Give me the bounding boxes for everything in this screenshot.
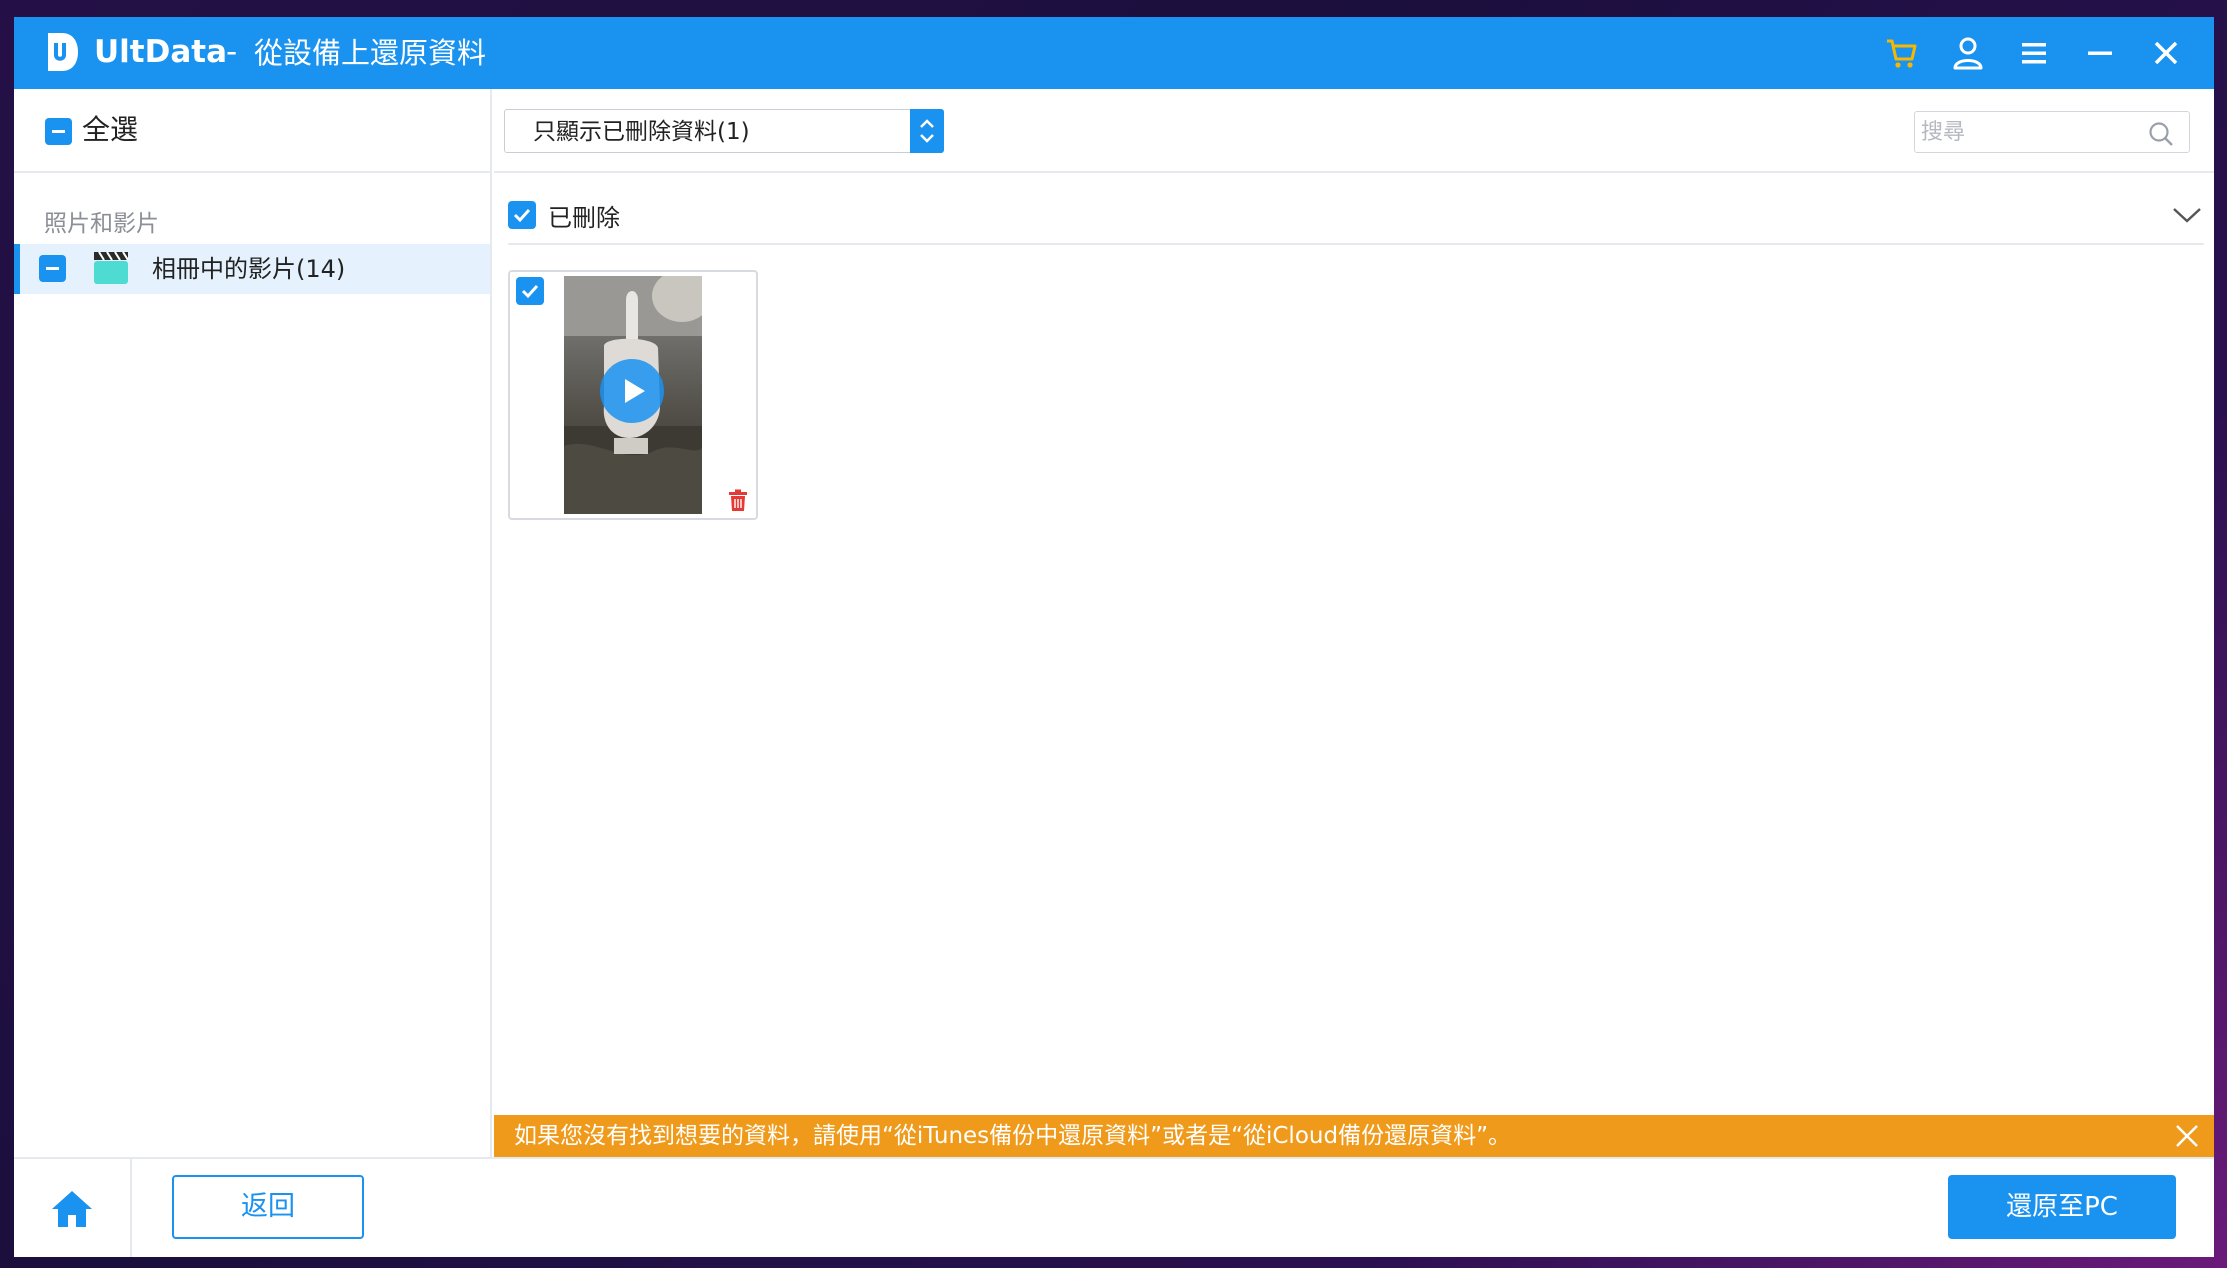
home-icon	[52, 1191, 92, 1227]
minimize-icon[interactable]	[2082, 35, 2118, 71]
filter-dropdown[interactable]: 只顯示已刪除資料(1)	[504, 109, 944, 153]
album-videos-checkbox[interactable]	[39, 255, 66, 282]
menu-icon[interactable]	[2016, 35, 2052, 71]
content-panel: 只顯示已刪除資料(1) 搜尋 已刪除 如果您沒有找到想要的資料，請使用“從iTu…	[494, 89, 2214, 1157]
select-all-label: 全選	[82, 113, 139, 146]
user-icon[interactable]	[1950, 35, 1986, 71]
recover-to-pc-button[interactable]: 還原至PC	[1948, 1175, 2176, 1239]
home-button[interactable]	[14, 1159, 132, 1257]
clapperboard-icon	[92, 248, 130, 286]
search-input[interactable]	[1921, 116, 2141, 148]
video-thumbnail-card[interactable]	[508, 270, 758, 520]
select-all-row[interactable]: 全選	[14, 89, 492, 173]
close-icon[interactable]	[2148, 35, 2184, 71]
category-group-label: 照片和影片	[44, 211, 159, 237]
cart-icon[interactable]	[1884, 35, 1920, 71]
search-box[interactable]	[1914, 111, 2190, 153]
deleted-section-checkbox[interactable]	[508, 201, 536, 229]
notice-close-icon[interactable]	[2172, 1121, 2202, 1151]
search-icon[interactable]	[2147, 120, 2175, 148]
notice-text: 如果您沒有找到想要的資料，請使用“從iTunes備份中還原資料”或者是“從iCl…	[514, 1123, 1511, 1149]
notice-banner: 如果您沒有找到想要的資料，請使用“從iTunes備份中還原資料”或者是“從iCl…	[494, 1115, 2214, 1157]
footer-bar: 返回 還原至PC	[14, 1157, 2214, 1257]
title-separator: -	[226, 34, 238, 70]
deleted-section-header[interactable]: 已刪除	[508, 195, 2204, 245]
trash-icon	[726, 488, 750, 512]
app-name: UltData	[94, 34, 228, 70]
chevron-down-icon[interactable]	[2170, 203, 2204, 227]
app-window: UltData - 從設備上還原資料 全選 照片和影片 相冊中的影片(14) 只…	[14, 17, 2214, 1257]
play-icon[interactable]	[599, 358, 665, 424]
title-bar: UltData - 從設備上還原資料	[14, 17, 2214, 89]
category-sidebar: 全選 照片和影片 相冊中的影片(14)	[14, 89, 492, 1157]
filter-toolbar: 只顯示已刪除資料(1)	[494, 89, 2214, 173]
ultdata-logo-icon	[44, 31, 80, 73]
sidebar-item-label: 相冊中的影片(14)	[152, 255, 346, 283]
sidebar-item-album-videos[interactable]: 相冊中的影片(14)	[14, 244, 490, 294]
deleted-section-label: 已刪除	[548, 204, 620, 232]
back-button[interactable]: 返回	[172, 1175, 364, 1239]
select-all-checkbox[interactable]	[45, 118, 72, 145]
window-subtitle: 從設備上還原資料	[254, 36, 487, 70]
filter-dropdown-value: 只顯示已刪除資料(1)	[533, 119, 750, 145]
thumbnail-checkbox[interactable]	[516, 277, 544, 305]
dropdown-arrows-icon[interactable]	[910, 109, 944, 153]
